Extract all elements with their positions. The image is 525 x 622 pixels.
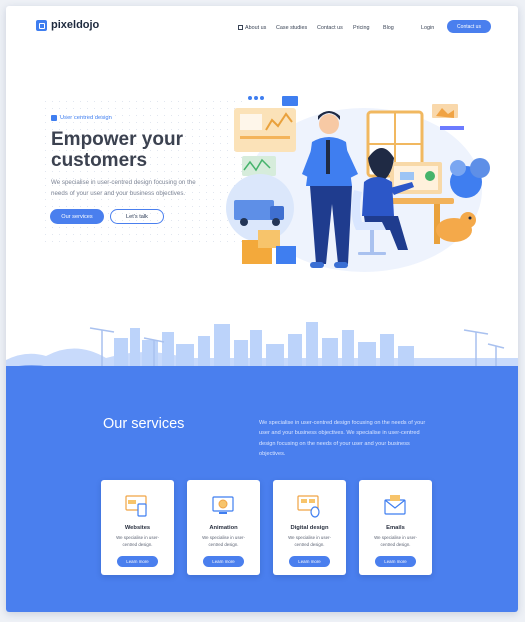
logo[interactable]: pixeldojo [36,19,99,31]
learn-more-button[interactable]: Learn more [117,556,158,567]
our-services-button[interactable]: Our services [50,209,104,224]
nav-item-pricing[interactable]: Pricing [353,25,369,31]
animation-icon [212,496,234,514]
page-frame: pixeldojo About us Case studies Contact … [6,6,518,612]
service-card-websites: Websites We specialise in user-centred d… [101,480,174,575]
nav-item-case-studies[interactable]: Case studies [276,25,307,31]
learn-more-button[interactable]: Learn more [289,556,330,567]
logo-mark-icon [36,19,47,31]
login-link[interactable]: Login [421,25,434,31]
contact-us-button[interactable]: Contact us [447,20,491,33]
service-card-title: Digital design [290,525,329,531]
website-icon [125,495,147,517]
learn-more-button[interactable]: Learn more [375,556,416,567]
digital-design-icon [297,495,320,518]
learn-more-button[interactable]: Learn more [203,556,244,567]
email-icon [384,495,406,515]
service-card-text: We specialise in user-centred design. [288,535,331,547]
about-icon [238,25,243,30]
service-card-title: Animation [209,525,238,531]
service-card-digital-design: Digital design We specialise in user-cen… [273,480,346,575]
service-card-emails: Emails We specialise in user-centred des… [359,480,432,575]
hero-subtitle: We specialise in user-centred design foc… [51,179,196,197]
hero-eyebrow: User centred design [51,115,112,121]
hero-eyebrow-label: User centred design [60,115,112,121]
top-nav: pixeldojo About us Case studies Contact … [6,6,518,46]
service-card-title: Websites [124,525,151,531]
hero-title: Empower your customers [51,129,183,171]
nav-item-about-us[interactable]: About us [238,25,266,32]
services-section [6,366,518,612]
brand-name: pixeldojo [51,19,100,31]
service-card-text: We specialise in user-centred design. [202,535,245,547]
hero-illustration [226,96,490,272]
lets-talk-button[interactable]: Let's talk [110,209,164,224]
nav-item-blog[interactable]: Blog [383,25,394,31]
service-card-text: We specialise in user-centred design. [374,535,417,547]
service-card-title: Emails [386,525,405,531]
service-card-animation: Animation We specialise in user-centred … [187,480,260,575]
services-description: We specialise in user-centred design foc… [259,420,426,458]
service-card-text: We specialise in user-centred design. [116,535,159,547]
nav-item-about-us-label: About us [245,25,267,31]
services-title: Our services [103,416,185,432]
nav-item-contact-us[interactable]: Contact us [317,25,343,31]
design-icon [51,115,57,121]
